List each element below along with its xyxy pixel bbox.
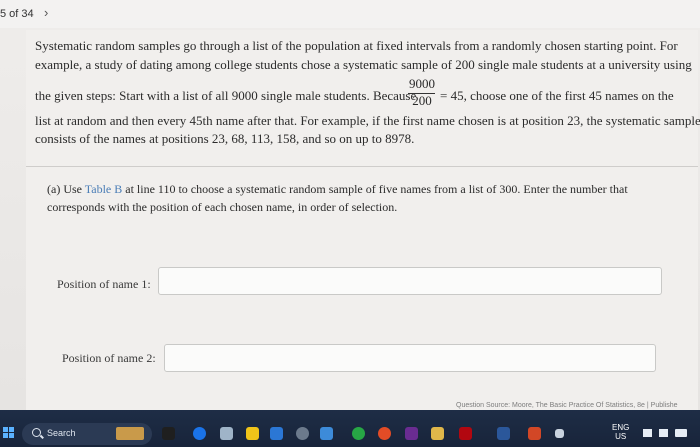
volume-icon[interactable] bbox=[659, 429, 668, 437]
netflix-icon[interactable] bbox=[459, 427, 472, 440]
intro-line-3a: the given steps: Start with a list of al… bbox=[35, 88, 417, 103]
top-navigation-bar: 5 of 34 › bbox=[0, 0, 700, 28]
region-code: US bbox=[615, 432, 627, 441]
edge-icon[interactable] bbox=[193, 427, 206, 440]
table-b-link[interactable]: Table B bbox=[85, 182, 122, 196]
fraction-numerator: 9000 bbox=[409, 76, 435, 91]
part-a-suffix: at line 110 to choose a systematic rando… bbox=[122, 182, 628, 196]
chrome-icon[interactable] bbox=[320, 427, 333, 440]
part-a-line-1: (a) Use Table B at line 110 to choose a … bbox=[47, 181, 628, 197]
taskbar: Search ENG US bbox=[0, 410, 700, 447]
app-icon[interactable] bbox=[405, 427, 418, 440]
battery-icon[interactable] bbox=[675, 429, 687, 437]
page-indicator: 5 of 34 bbox=[0, 8, 34, 20]
position-name-1-input[interactable] bbox=[158, 267, 662, 295]
windows-icon[interactable] bbox=[3, 427, 15, 439]
field-label-name-1: Position of name 1: bbox=[57, 277, 151, 291]
settings-icon[interactable] bbox=[296, 427, 309, 440]
opera-icon[interactable] bbox=[378, 427, 391, 440]
part-a-prefix: (a) Use bbox=[47, 182, 85, 196]
chevron-right-icon[interactable]: › bbox=[44, 6, 58, 20]
intro-line-5: consists of the names at positions 23, 6… bbox=[35, 131, 415, 146]
store-icon[interactable] bbox=[246, 427, 259, 440]
language-code: ENG bbox=[612, 423, 630, 432]
taskbar-search-label: Search bbox=[47, 428, 76, 438]
mail-icon[interactable] bbox=[270, 427, 283, 440]
widget-icon[interactable] bbox=[116, 427, 144, 440]
caret-up-icon[interactable] bbox=[555, 429, 564, 438]
fraction-denominator: 200 bbox=[412, 93, 432, 108]
position-name-2-input[interactable] bbox=[164, 344, 656, 372]
photos-icon[interactable] bbox=[431, 427, 444, 440]
language-indicator[interactable]: ENG US bbox=[612, 423, 629, 441]
question-source: Question Source: Moore, The Basic Practi… bbox=[456, 402, 678, 409]
wifi-icon[interactable] bbox=[643, 429, 652, 437]
intro-line-4: list at random and then every 45th name … bbox=[35, 113, 700, 128]
intro-line-3b: = 45, choose one of the first 45 names o… bbox=[440, 88, 674, 103]
file-explorer-icon[interactable] bbox=[220, 427, 233, 440]
music-icon[interactable] bbox=[528, 427, 541, 440]
part-a-line-2: corresponds with the position of each ch… bbox=[47, 200, 398, 214]
search-icon bbox=[32, 428, 41, 437]
app-icon[interactable] bbox=[162, 427, 175, 440]
word-icon[interactable] bbox=[497, 427, 510, 440]
app-icon[interactable] bbox=[352, 427, 365, 440]
section-divider bbox=[26, 166, 698, 167]
field-label-name-2: Position of name 2: bbox=[62, 351, 156, 365]
intro-line-1: Systematic random samples go through a l… bbox=[35, 38, 678, 53]
intro-line-2: example, a study of dating among college… bbox=[35, 57, 692, 72]
